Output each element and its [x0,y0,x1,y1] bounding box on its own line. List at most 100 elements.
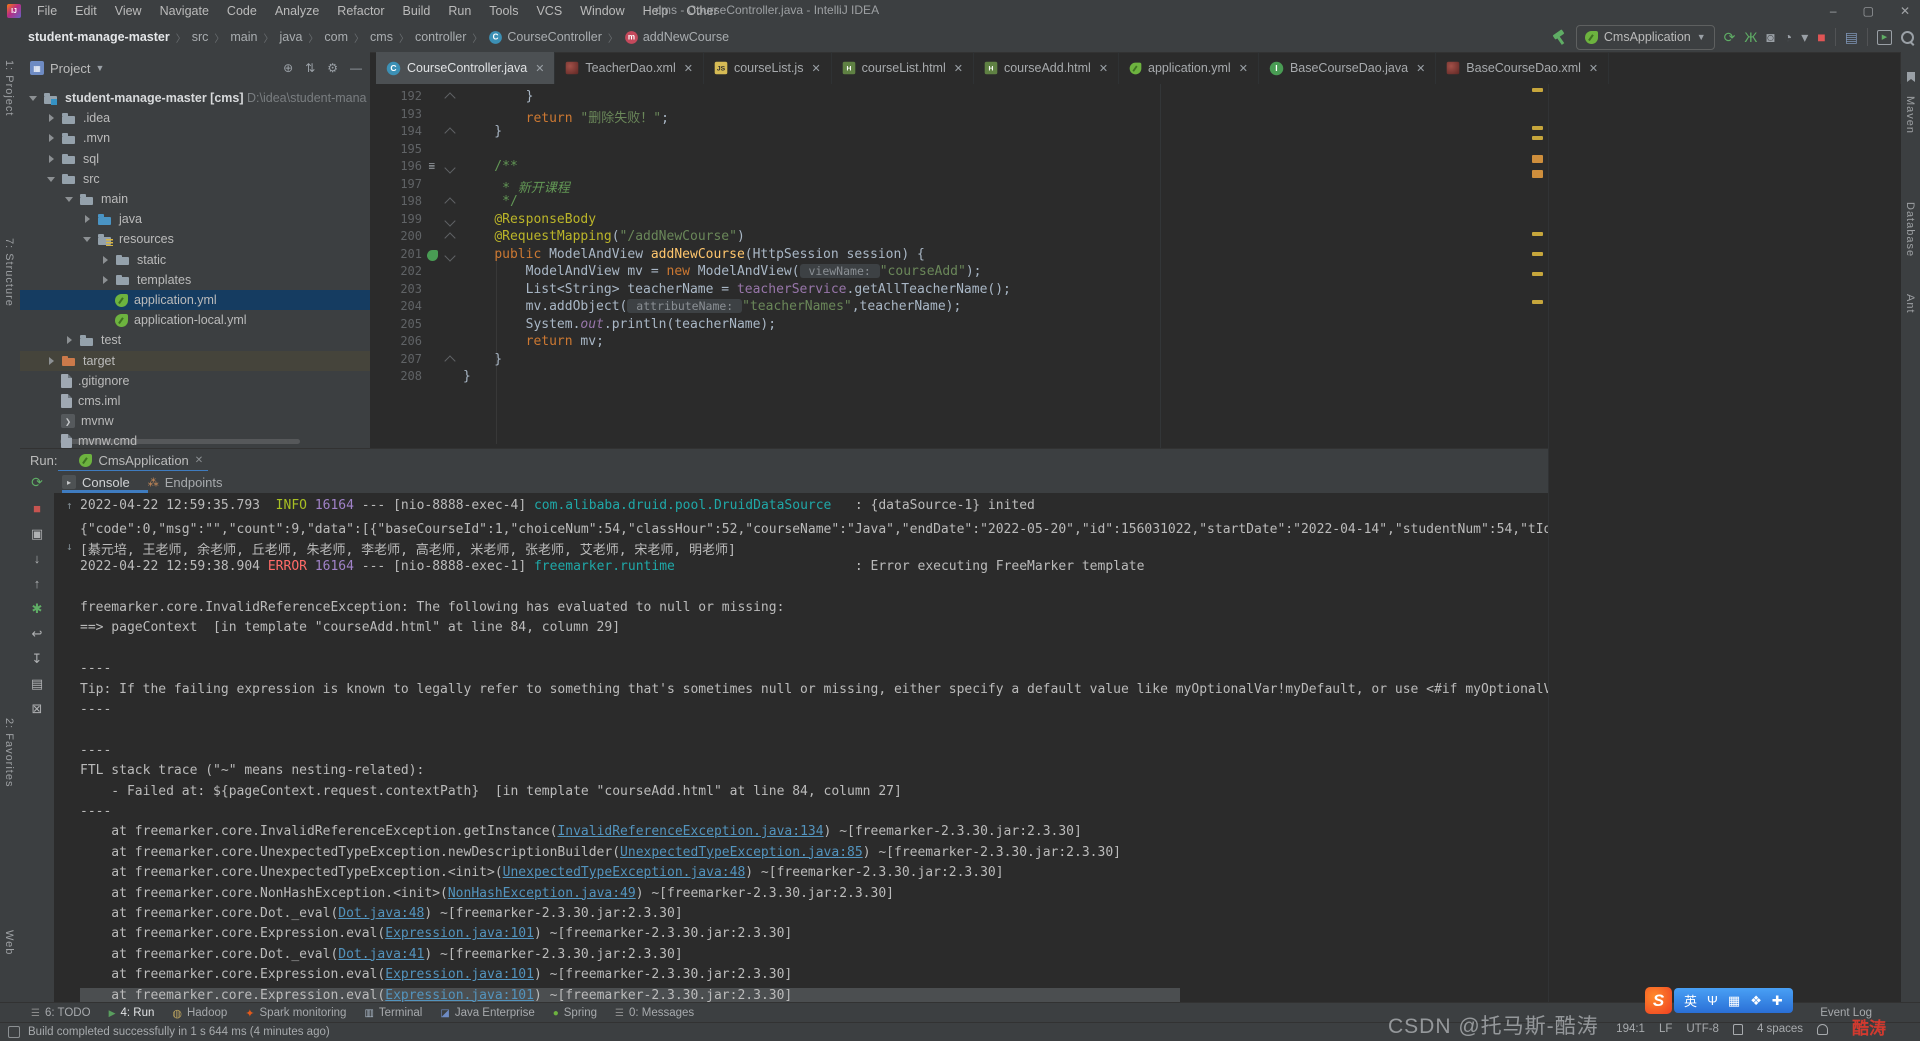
tree-item-sql[interactable]: sql [20,149,370,169]
tool-window-button-java-enterprise[interactable]: ◪Java Enterprise [431,1003,543,1023]
bookmark-icon[interactable] [1907,72,1915,82]
tool-window-button-6--todo[interactable]: ☰6: TODO [22,1003,100,1023]
spring-bean-gutter-icon[interactable] [427,250,438,261]
file-encoding[interactable]: UTF-8 [1686,1023,1719,1035]
tree-item-static[interactable]: static [20,250,370,270]
collapsed-arrow-icon[interactable] [47,114,55,122]
sogou-buttons[interactable]: 英Ψ▦❖✚ [1674,988,1793,1013]
tool-window-button-terminal[interactable]: ▥Terminal [355,1003,431,1023]
tree-item-templates[interactable]: templates [20,270,370,290]
breadcrumb-item[interactable]: CCourseController [488,30,601,45]
indent-size[interactable]: 4 spaces [1757,1023,1803,1035]
tree-item-cms-iml[interactable]: cms.iml [20,391,370,411]
collapsed-arrow-icon[interactable] [101,276,109,284]
error-stripe[interactable] [1532,84,1546,448]
editor-tab-courselist-html[interactable]: HcourseList.html✕ [832,52,974,84]
debug-icon[interactable]: Ж [1744,29,1757,45]
close-icon[interactable]: ✕ [1416,62,1425,75]
close-button[interactable]: ✕ [1900,0,1910,22]
chevron-down-icon[interactable]: ▼ [95,63,104,73]
menu-item-window[interactable]: Window [572,2,632,20]
close-icon[interactable]: ✕ [535,62,544,75]
locate-icon[interactable]: ⊕ [283,61,293,75]
sogou-logo-icon[interactable]: S [1645,987,1672,1014]
expanded-arrow-icon[interactable] [65,195,73,203]
expanded-arrow-icon[interactable] [47,175,55,183]
stripe-database[interactable]: Database [1904,202,1916,257]
menu-item-edit[interactable]: Edit [67,2,105,20]
collapsed-arrow-icon[interactable] [65,336,73,344]
project-panel-title[interactable]: Project [50,61,90,76]
fold-marker[interactable] [444,215,455,226]
project-structure-icon[interactable]: ▤ [1845,29,1858,46]
stack-trace-link[interactable]: Expression.java:101 [385,926,534,941]
breadcrumb-item[interactable]: java [279,30,302,44]
settings-icon[interactable]: ✱ [20,601,54,617]
stack-trace-link[interactable]: Expression.java:101 [385,967,534,982]
stack-trace-link[interactable]: Dot.java:41 [338,947,424,962]
tree-item-java[interactable]: java [20,209,370,229]
menu-item-navigate[interactable]: Navigate [152,2,217,20]
tree-item-test[interactable]: test [20,330,370,350]
editor-tab-courselist-js[interactable]: JScourseList.js✕ [704,52,832,84]
stripe-web[interactable]: Web [3,930,15,955]
hide-panel-icon[interactable]: — [350,61,362,75]
stop-icon[interactable]: ■ [20,501,54,516]
stack-trace-link[interactable]: UnexpectedTypeException.java:48 [503,865,746,880]
stack-trace-link[interactable]: NonHashException.java:49 [448,886,636,901]
collapsed-arrow-icon[interactable] [83,215,91,223]
expanded-arrow-icon[interactable] [83,235,91,243]
run-anything-icon[interactable]: ▶ [1877,30,1892,45]
collapsed-arrow-icon[interactable] [47,134,55,142]
sogou-button-1[interactable]: Ψ [1707,993,1718,1008]
stack-trace-link[interactable]: InvalidReferenceException.java:134 [557,824,823,839]
tree-item-target[interactable]: target [20,351,370,371]
stop-icon[interactable]: ■ [1817,29,1825,45]
minimize-button[interactable]: – [1830,0,1837,22]
snapshot-icon[interactable]: ▣ [20,526,54,542]
stack-trace-link[interactable]: UnexpectedTypeException.java:85 [620,845,863,860]
tree-item-src[interactable]: src [20,169,370,189]
fold-down-icon[interactable]: ↓ [66,540,73,553]
close-icon[interactable]: ✕ [684,62,693,75]
stack-trace-link[interactable]: Expression.java:101 [385,988,534,1002]
breadcrumb-item[interactable]: com [324,30,348,44]
close-icon[interactable]: ✕ [954,62,963,75]
editor-tab-teacherdao-xml[interactable]: TeacherDao.xml✕ [555,52,704,84]
maximize-button[interactable]: ▢ [1863,0,1874,22]
breadcrumb-item[interactable]: maddNewCourse [624,30,729,45]
soft-wrap-icon[interactable]: ↩ [20,626,54,642]
tool-window-button-0--messages[interactable]: ☰0: Messages [606,1003,703,1023]
tab-endpoints[interactable]: ⁂ Endpoints [138,475,233,490]
close-icon[interactable]: ✕ [1239,62,1248,75]
breadcrumb-item[interactable]: controller [415,30,466,44]
fold-marker[interactable] [444,232,455,243]
tree-item-mvnw[interactable]: ❯mvnw [20,411,370,431]
tool-window-button-hadoop[interactable]: ◍Hadoop [163,1003,236,1023]
profiler-caret-icon[interactable]: ▾ [1801,29,1808,46]
fold-marker[interactable] [444,92,455,103]
stripe-project[interactable]: 1: Project [3,60,15,116]
tree-item-application-local-yml[interactable]: application-local.yml [20,310,370,330]
breadcrumb-item[interactable]: src [192,30,209,44]
print-icon[interactable]: ▤ [20,676,54,692]
notifications-bell-icon[interactable] [1817,1024,1828,1035]
fold-marker[interactable] [444,197,455,208]
breadcrumb-item[interactable]: student-manage-master [28,30,170,44]
collapsed-arrow-icon[interactable] [47,155,55,163]
code-editor[interactable]: 192 }193 return "删除失败！";194 }195196≣ /**… [370,84,1548,448]
editor-tab-basecoursedao-java[interactable]: IBaseCourseDao.java✕ [1259,52,1436,84]
stack-trace-link[interactable]: Dot.java:48 [338,906,424,921]
menu-item-run[interactable]: Run [440,2,479,20]
close-icon[interactable]: ✕ [1589,62,1598,75]
breadcrumb-item[interactable]: main [230,30,257,44]
editor-tab-coursecontroller-java[interactable]: CCourseController.java✕ [376,52,555,84]
editor-tab-basecoursedao-xml[interactable]: BaseCourseDao.xml✕ [1436,52,1609,84]
menu-item-build[interactable]: Build [395,2,439,20]
rerun-icon[interactable]: ⟳ [20,474,54,491]
caret-position[interactable]: 194:1 [1616,1023,1645,1035]
collapsed-arrow-icon[interactable] [47,357,55,365]
expanded-arrow-icon[interactable] [29,94,37,102]
editor-tab-application-yml[interactable]: application.yml✕ [1119,52,1259,84]
stripe-structure[interactable]: 7: Structure [3,238,15,307]
